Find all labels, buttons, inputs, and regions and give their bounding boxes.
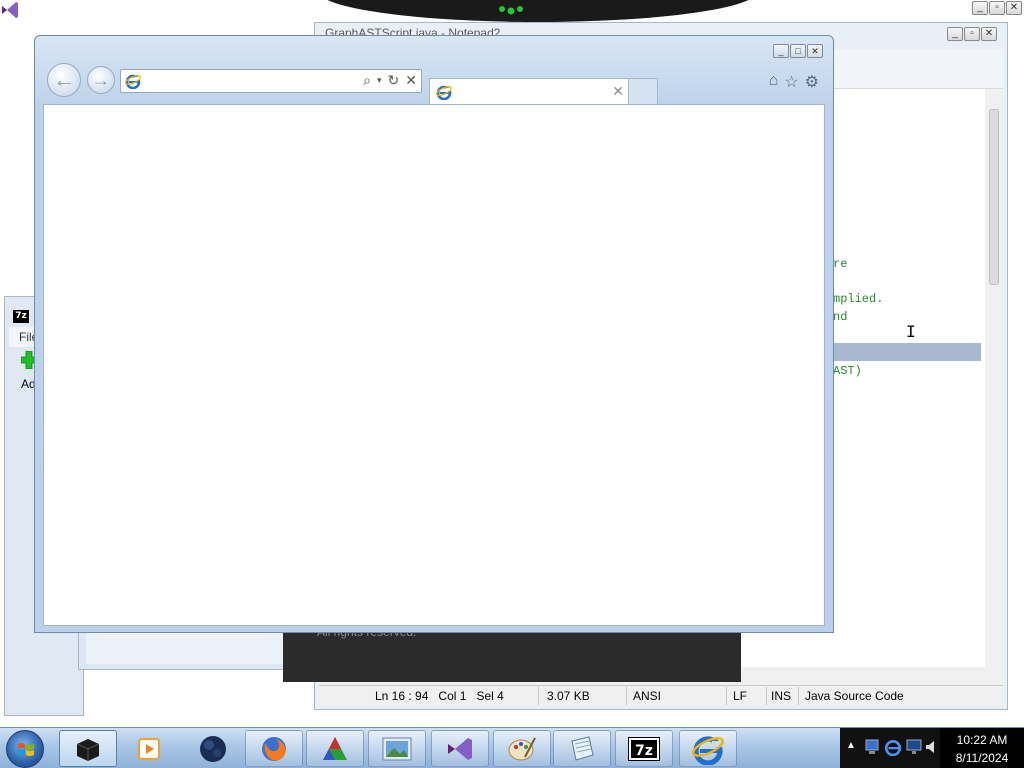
browser-tab[interactable]: ✕ bbox=[429, 78, 629, 104]
status-line-ending: LF bbox=[727, 686, 767, 705]
status-size: 3.07 KB bbox=[539, 686, 627, 705]
7zip-window-panel bbox=[86, 630, 286, 664]
close-icon[interactable]: ✕ bbox=[981, 27, 997, 41]
media-player-icon bbox=[138, 737, 160, 760]
minimize-icon[interactable]: _ bbox=[972, 1, 988, 15]
picture-icon bbox=[382, 737, 412, 760]
internet-explorer-window: _ □ ✕ ← → ⌕ ▾ ↻ ✕ ✕ ⌂ ☆ ⚙ bbox=[34, 35, 834, 633]
taskbar-item-paint[interactable] bbox=[493, 730, 551, 767]
taskbar: 7z ▲ 10:22 AM 8/11/2024 bbox=[0, 727, 1024, 768]
visual-studio-icon bbox=[2, 2, 18, 18]
address-input[interactable] bbox=[145, 73, 345, 89]
clock-time: 10:22 AM bbox=[956, 733, 1008, 747]
forward-button[interactable]: → bbox=[87, 66, 115, 94]
text-cursor-icon: I bbox=[906, 322, 916, 341]
code-line: re bbox=[833, 257, 848, 271]
settings-gear-icon[interactable]: ⚙ bbox=[805, 72, 819, 92]
taskbar-item-internet-explorer[interactable] bbox=[679, 730, 737, 767]
arrow-left-icon: ← bbox=[53, 67, 75, 92]
search-icon[interactable]: ⌕ bbox=[363, 72, 371, 89]
restore-icon[interactable]: ▫ bbox=[989, 1, 1005, 15]
taskbar-item-7zip[interactable]: 7z bbox=[615, 730, 673, 767]
taskbar-item-media-player[interactable] bbox=[120, 730, 178, 767]
taskbar-item-visual-studio[interactable] bbox=[431, 730, 489, 767]
7zip-icon: 7z bbox=[628, 736, 660, 761]
taskbar-item-image-viewer[interactable] bbox=[368, 730, 426, 767]
background-window-controls: _ ▫ ✕ bbox=[972, 1, 1022, 15]
ie-window-controls: _ □ ✕ bbox=[773, 44, 823, 58]
code-line: AST) bbox=[833, 364, 862, 378]
taskbar-item-notepad2[interactable] bbox=[553, 730, 611, 767]
restore-icon[interactable]: ▫ bbox=[964, 27, 980, 41]
status-language: Java Source Code bbox=[805, 688, 904, 703]
close-icon[interactable]: ✕ bbox=[807, 44, 823, 58]
ie-logo-icon[interactable] bbox=[884, 738, 902, 756]
taskbar-item-night-sky[interactable] bbox=[184, 730, 242, 767]
ie-logo-icon bbox=[692, 735, 724, 765]
windows-logo-icon bbox=[18, 743, 34, 756]
black-cube-icon bbox=[76, 738, 100, 761]
paint-palette-icon bbox=[508, 737, 536, 760]
7zip-icon: 7z bbox=[13, 310, 29, 323]
notepad2-statusbar: Ln 16 : 94 Col 1 Sel 4 3.07 KB ANSI LF I… bbox=[319, 685, 1003, 705]
code-line: mplied. bbox=[833, 292, 884, 306]
green-indicator-icon bbox=[499, 6, 523, 15]
maximize-icon[interactable]: □ bbox=[790, 44, 806, 58]
home-icon[interactable]: ⌂ bbox=[769, 72, 779, 92]
color-triangle-icon bbox=[323, 736, 347, 760]
scrollbar-thumb[interactable] bbox=[989, 109, 999, 285]
start-button[interactable] bbox=[6, 730, 44, 768]
globe-night-icon bbox=[200, 735, 226, 762]
clock-date: 8/11/2024 bbox=[955, 751, 1009, 765]
page-content-area[interactable] bbox=[43, 104, 825, 626]
taskbar-item-firefox[interactable] bbox=[245, 730, 303, 767]
clock[interactable]: 10:22 AM 8/11/2024 bbox=[940, 728, 1024, 768]
monitor-icon[interactable] bbox=[906, 738, 922, 756]
close-tab-icon[interactable]: ✕ bbox=[612, 83, 624, 100]
dropdown-icon[interactable]: ▾ bbox=[377, 75, 382, 86]
code-line: nd bbox=[833, 310, 848, 324]
back-button[interactable]: ← bbox=[47, 63, 81, 97]
address-bar[interactable]: ⌕ ▾ ↻ ✕ bbox=[120, 69, 422, 93]
new-tab-button[interactable] bbox=[629, 78, 658, 104]
firefox-icon bbox=[262, 736, 286, 761]
selected-line-highlight bbox=[833, 343, 981, 361]
ie-logo-icon bbox=[125, 74, 141, 89]
refresh-icon[interactable]: ↻ bbox=[388, 72, 400, 89]
taskbar-item-security[interactable] bbox=[59, 730, 117, 767]
show-hidden-icons-icon[interactable]: ▲ bbox=[846, 740, 856, 751]
favorites-star-icon[interactable]: ☆ bbox=[784, 72, 798, 92]
vertical-scrollbar[interactable] bbox=[985, 89, 1003, 667]
system-tray: ▲ 10:22 AM 8/11/2024 bbox=[840, 728, 1024, 768]
status-mode: INS bbox=[767, 686, 799, 705]
address-tools: ⌕ ▾ ↻ ✕ bbox=[363, 72, 417, 89]
speaker-icon[interactable] bbox=[924, 738, 938, 756]
network-icon[interactable] bbox=[864, 738, 880, 756]
ie-command-icons: ⌂ ☆ ⚙ bbox=[769, 72, 819, 92]
taskbar-item-color-triangle[interactable] bbox=[306, 730, 364, 767]
arrow-right-icon: → bbox=[92, 69, 110, 90]
status-encoding: ANSI bbox=[627, 686, 727, 705]
notification-area: ▲ bbox=[840, 728, 940, 768]
stop-icon[interactable]: ✕ bbox=[405, 72, 417, 89]
status-position: Ln 16 : 94 Col 1 Sel 4 bbox=[369, 686, 539, 705]
ie-logo-icon bbox=[436, 85, 452, 100]
minimize-icon[interactable]: _ bbox=[947, 27, 963, 41]
visual-studio-icon bbox=[448, 737, 472, 760]
notepad-icon bbox=[571, 735, 594, 761]
top-dark-window-edge bbox=[318, 0, 758, 22]
notepad2-window-controls: _ ▫ ✕ bbox=[947, 27, 997, 41]
minimize-icon[interactable]: _ bbox=[773, 44, 789, 58]
close-icon[interactable]: ✕ bbox=[1006, 1, 1022, 15]
